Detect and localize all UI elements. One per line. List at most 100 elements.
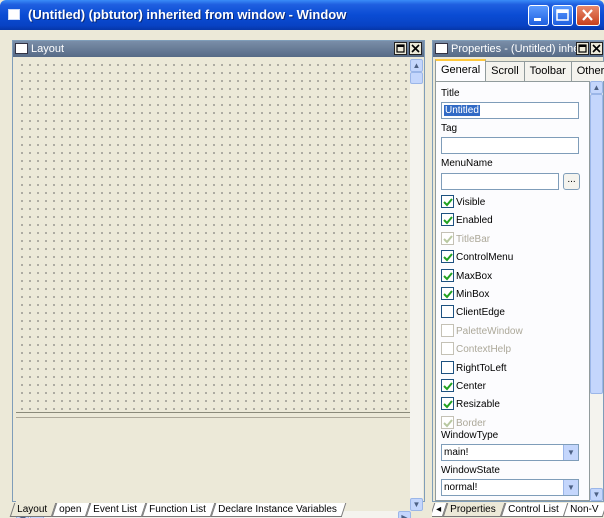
checkbox-label: PaletteWindow (456, 326, 523, 337)
checkbox-label: TitleBar (456, 234, 491, 245)
layout-vscroll-thumb[interactable] (410, 72, 423, 84)
layout-panel-title: Layout (31, 43, 65, 55)
checkbox-box (441, 416, 454, 429)
menuname-input[interactable] (441, 173, 559, 190)
checkbox-center[interactable]: Center (441, 379, 486, 393)
tab-control-list[interactable]: Control List (500, 503, 568, 517)
properties-panel: Properties - (Untitled) inhe General Scro… (432, 40, 604, 502)
scroll-up-icon[interactable]: ▲ (410, 59, 423, 72)
tab-properties[interactable]: Properties (442, 503, 505, 517)
tab-open[interactable]: open (51, 503, 91, 517)
checkbox-label: Enabled (456, 215, 493, 226)
checkbox-visible[interactable]: Visible (441, 195, 485, 209)
checkmark-icon (443, 400, 453, 409)
windowstate-select-value: normal! (444, 482, 478, 493)
checkbox-box (441, 324, 454, 337)
layout-panel-icon (15, 43, 28, 54)
layout-vertical-scrollbar[interactable]: ▲ ▼ (410, 59, 423, 511)
properties-panel-title: Properties - (Untitled) inhe (451, 43, 580, 55)
properties-vertical-scrollbar[interactable]: ▲ ▼ (590, 81, 603, 501)
checkbox-box[interactable] (441, 305, 454, 318)
checkbox-border: Border (441, 416, 486, 430)
layout-maximize-button[interactable] (394, 42, 407, 55)
checkbox-contexthelp: ContextHelp (441, 342, 511, 356)
scroll-down-icon[interactable]: ▼ (410, 498, 423, 511)
properties-general-page: Title Untitled Tag MenuName ... Visible E… (435, 81, 590, 501)
checkbox-label: Border (456, 418, 487, 429)
close-icon (411, 44, 420, 53)
properties-vscroll-thumb[interactable] (590, 94, 603, 394)
chevron-down-icon[interactable]: ▼ (563, 445, 578, 460)
chevron-down-icon[interactable]: ▼ (563, 480, 578, 495)
checkbox-minbox[interactable]: MinBox (441, 287, 489, 301)
tab-event-list[interactable]: Event List (86, 503, 147, 517)
minimize-button[interactable] (528, 5, 549, 26)
checkbox-box[interactable] (441, 379, 454, 392)
layout-panel-title-bar[interactable]: Layout (13, 41, 424, 57)
window-title: (Untitled) (pbtutor) inherited from wind… (28, 7, 347, 22)
menuname-label: MenuName (441, 158, 493, 169)
checkbox-clientedge[interactable]: ClientEdge (441, 305, 505, 319)
layout-design-canvas[interactable] (16, 59, 411, 413)
checkbox-controlmenu[interactable]: ControlMenu (441, 250, 513, 264)
layout-panel: Layout ▲ ▼ ◀ ▶ (12, 40, 425, 518)
checkbox-palettewindow: PaletteWindow (441, 324, 523, 338)
window-app-icon (8, 9, 20, 20)
tab-general[interactable]: General (435, 59, 487, 81)
properties-panel-title-bar[interactable]: Properties - (Untitled) inhe (433, 41, 603, 57)
tab-layout[interactable]: Layout (9, 503, 57, 517)
checkmark-icon (443, 419, 453, 428)
checkbox-maxbox[interactable]: MaxBox (441, 269, 492, 283)
checkbox-label: ClientEdge (456, 307, 505, 318)
tab-scroll[interactable]: Scroll (485, 61, 525, 81)
checkbox-resizable[interactable]: Resizable (441, 397, 500, 411)
scroll-right-icon[interactable]: ▶ (398, 511, 411, 518)
maximize-icon (578, 44, 587, 53)
checkmark-icon (443, 235, 453, 244)
checkbox-box[interactable] (441, 269, 454, 282)
properties-tab-strip: General Scroll Toolbar Other (435, 59, 604, 81)
layout-canvas-empty-area[interactable] (16, 417, 411, 511)
checkbox-box[interactable] (441, 287, 454, 300)
checkbox-box[interactable] (441, 250, 454, 263)
properties-maximize-button[interactable] (576, 42, 589, 55)
close-icon (582, 9, 593, 21)
properties-bottom-tabs: ◂ Properties Control List Non-V (432, 503, 604, 518)
tag-input[interactable] (441, 137, 579, 154)
windowstate-select[interactable]: normal! ▼ (441, 479, 579, 496)
checkbox-box[interactable] (441, 195, 454, 208)
maximize-button[interactable] (552, 5, 573, 26)
properties-close-button[interactable] (590, 42, 603, 55)
checkmark-icon (443, 216, 453, 225)
close-button[interactable] (576, 5, 600, 26)
checkbox-righttoleft[interactable]: RightToLeft (441, 361, 507, 375)
window-title-bar[interactable]: (Untitled) (pbtutor) inherited from wind… (0, 0, 604, 30)
checkbox-box (441, 232, 454, 245)
tab-function-list[interactable]: Function List (142, 503, 216, 517)
windowtype-select[interactable]: main! ▼ (441, 444, 579, 461)
tab-other[interactable]: Other (570, 61, 604, 81)
minimize-icon (534, 18, 541, 21)
checkbox-label: ContextHelp (456, 344, 512, 355)
title-input-value: Untitled (444, 105, 480, 116)
layout-bottom-tabs: Layout open Event List Function List Dec… (9, 503, 347, 518)
tab-declare-instance-variables[interactable]: Declare Instance Variables (210, 503, 347, 517)
tab-non-visual[interactable]: Non-V (563, 503, 604, 517)
scroll-up-icon[interactable]: ▲ (590, 81, 603, 94)
tag-label: Tag (441, 123, 458, 134)
checkbox-label: Visible (456, 197, 486, 208)
checkbox-enabled[interactable]: Enabled (441, 213, 493, 227)
checkbox-box[interactable] (441, 397, 454, 410)
menuname-browse-button[interactable]: ... (563, 173, 580, 190)
checkbox-box[interactable] (441, 213, 454, 226)
checkbox-label: MinBox (456, 289, 490, 300)
layout-close-button[interactable] (409, 42, 422, 55)
title-input[interactable]: Untitled (441, 102, 579, 119)
tab-toolbar[interactable]: Toolbar (523, 61, 572, 81)
properties-panel-icon (435, 43, 448, 54)
checkbox-box[interactable] (441, 361, 454, 374)
windowstate-label: WindowState (441, 465, 500, 476)
checkmark-icon (443, 290, 453, 299)
scroll-down-icon[interactable]: ▼ (590, 488, 603, 501)
checkmark-icon (443, 198, 453, 207)
